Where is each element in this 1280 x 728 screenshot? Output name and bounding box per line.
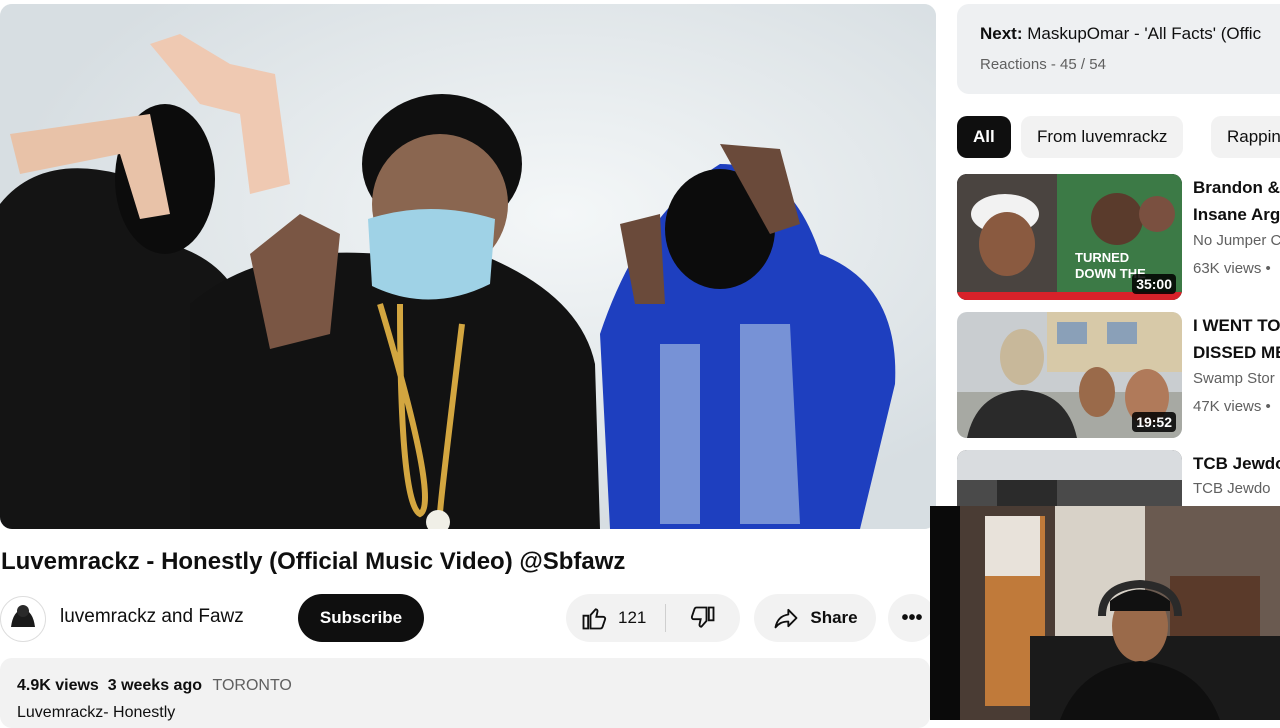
thumbs-up-icon <box>582 608 607 630</box>
next-label: Next: <box>980 24 1023 43</box>
description-text: Luvemrackz- Honestly <box>17 704 176 721</box>
like-dislike-group: 121 <box>566 594 740 642</box>
video-title: Luvemrackz - Honestly (Official Music Vi… <box>1 548 626 575</box>
video-thumbnail-3[interactable] <box>957 450 1182 506</box>
chip-rapping[interactable]: Rappin <box>1211 116 1280 158</box>
dislike-button[interactable] <box>666 594 740 642</box>
description-box[interactable]: 4.9K views 3 weeks ago TORONTO Luvemrack… <box>0 658 930 728</box>
playlist-position: 45 / 54 <box>1060 56 1106 73</box>
thumbs-down-icon <box>690 606 715 628</box>
recommended-views: 63K views • <box>1193 260 1271 277</box>
next-title-text: MaskupOmar - 'All Facts' (Offic <box>1027 24 1262 43</box>
share-button[interactable]: Share <box>754 594 876 642</box>
playlist-name: Reactions <box>980 56 1047 73</box>
channel-action-row: luvemrackz and Fawz Subscribe 121 Share … <box>0 594 936 642</box>
chip-all[interactable]: All <box>957 116 1011 158</box>
video-player[interactable] <box>0 4 936 529</box>
location-tag[interactable]: TORONTO <box>212 677 291 694</box>
recommended-video-2[interactable]: 19:52 I WENT TO DISSED ME Swamp Stor 47K… <box>957 312 1280 440</box>
channel-name[interactable]: luvemrackz and Fawz <box>60 606 244 628</box>
video-thumbnail-1[interactable]: TURNED DOWN THE 35:00 <box>957 174 1182 300</box>
recommended-video-3[interactable]: TCB Jewdo TCB Jewdo <box>957 450 1280 506</box>
playlist-next-panel[interactable]: Next: MaskupOmar - 'All Facts' (Offic Re… <box>957 4 1280 94</box>
chip-from-channel[interactable]: From luvemrackz <box>1021 116 1184 158</box>
channel-avatar[interactable] <box>0 596 46 642</box>
webcam-overlay <box>930 506 1280 720</box>
recommended-title: TCB Jewdo <box>1193 450 1280 477</box>
like-button[interactable]: 121 <box>566 594 665 642</box>
recommended-views: 47K views • <box>1193 398 1271 415</box>
next-video-title: Next: MaskupOmar - 'All Facts' (Offic <box>980 24 1261 44</box>
recommended-video-1[interactable]: TURNED DOWN THE 35:00 Brandon & Insane A… <box>957 174 1280 302</box>
more-actions-button[interactable]: ••• <box>888 594 936 642</box>
recommended-title: I WENT TO DISSED ME <box>1193 312 1280 366</box>
recommended-title-line2: Insane Arg <box>1193 205 1280 224</box>
description-meta: 4.9K views 3 weeks ago TORONTO <box>17 677 292 695</box>
avatar-icon <box>1 597 45 641</box>
recommended-title: Brandon & Insane Arg <box>1193 174 1280 228</box>
recommended-title-line2: DISSED ME <box>1193 343 1280 362</box>
view-count: 4.9K views <box>17 677 99 694</box>
share-label: Share <box>810 608 858 627</box>
recommended-channel[interactable]: No Jumper C <box>1193 232 1280 249</box>
like-count: 121 <box>618 608 647 627</box>
filter-chips: All From luvemrackz Rappin <box>957 116 1280 158</box>
recommended-channel[interactable]: Swamp Stor <box>1193 370 1275 387</box>
video-frame-scene <box>0 34 896 529</box>
thumbnail-image <box>957 450 1182 506</box>
duration-badge: 35:00 <box>1132 274 1176 294</box>
webcam-scene <box>930 506 1280 720</box>
share-arrow-icon <box>774 608 798 629</box>
recommended-channel[interactable]: TCB Jewdo <box>1193 480 1271 497</box>
duration-badge: 19:52 <box>1132 412 1176 432</box>
subscribe-button[interactable]: Subscribe <box>298 594 424 642</box>
recommended-title-line1: Brandon & <box>1193 178 1280 197</box>
recommended-title-line1: TCB Jewdo <box>1193 454 1280 473</box>
recommended-title-line1: I WENT TO <box>1193 316 1280 335</box>
upload-date: 3 weeks ago <box>107 677 202 694</box>
playlist-info: Reactions - 45 / 54 <box>980 56 1106 73</box>
video-thumbnail-2[interactable]: 19:52 <box>957 312 1182 438</box>
